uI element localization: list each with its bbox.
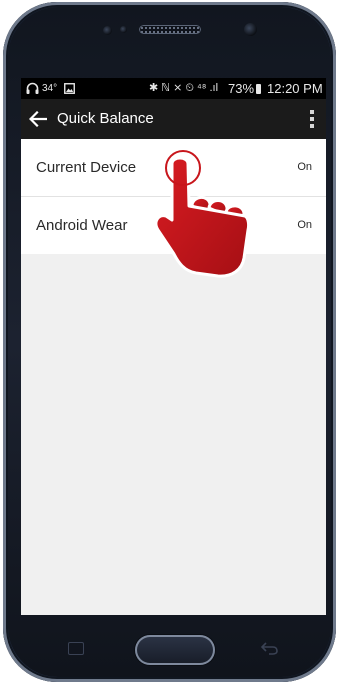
arrow-left-icon	[29, 111, 47, 127]
device-mockup: 34° ✱ ℕ ⨯ ⏲ ⁴⁸ .ıl 73% 12:20 PM Quick Ba…	[0, 0, 339, 685]
back-key-icon[interactable]	[258, 640, 280, 656]
status-bar: 34° ✱ ℕ ⨯ ⏲ ⁴⁸ .ıl 73% 12:20 PM	[21, 78, 326, 99]
recent-apps-key[interactable]	[68, 642, 84, 655]
temperature-text: 34°	[42, 83, 58, 94]
image-icon	[64, 78, 75, 101]
setting-label: Android Wear	[36, 217, 128, 234]
setting-value: On	[297, 219, 312, 231]
setting-label: Current Device	[36, 159, 137, 176]
overflow-dot	[310, 117, 314, 121]
battery-percent: 73%	[228, 81, 255, 96]
proximity-sensor	[103, 26, 112, 35]
battery-icon	[256, 84, 261, 94]
overflow-menu-icon	[310, 110, 314, 114]
status-icons: ✱ ℕ ⨯ ⏲ ⁴⁸ .ıl	[149, 82, 219, 94]
overflow-menu-button[interactable]	[303, 107, 321, 131]
setting-value: On	[297, 161, 312, 173]
tap-indicator-ring	[165, 150, 201, 186]
page-title: Quick Balance	[57, 110, 154, 127]
light-sensor	[120, 26, 127, 33]
app-bar: Quick Balance	[21, 99, 326, 139]
earpiece-speaker	[139, 25, 201, 34]
front-camera	[244, 23, 257, 36]
overflow-dot	[310, 124, 314, 128]
back-button[interactable]	[25, 106, 51, 132]
home-button[interactable]	[135, 635, 215, 665]
clock-time: 12:20 PM	[267, 81, 323, 96]
